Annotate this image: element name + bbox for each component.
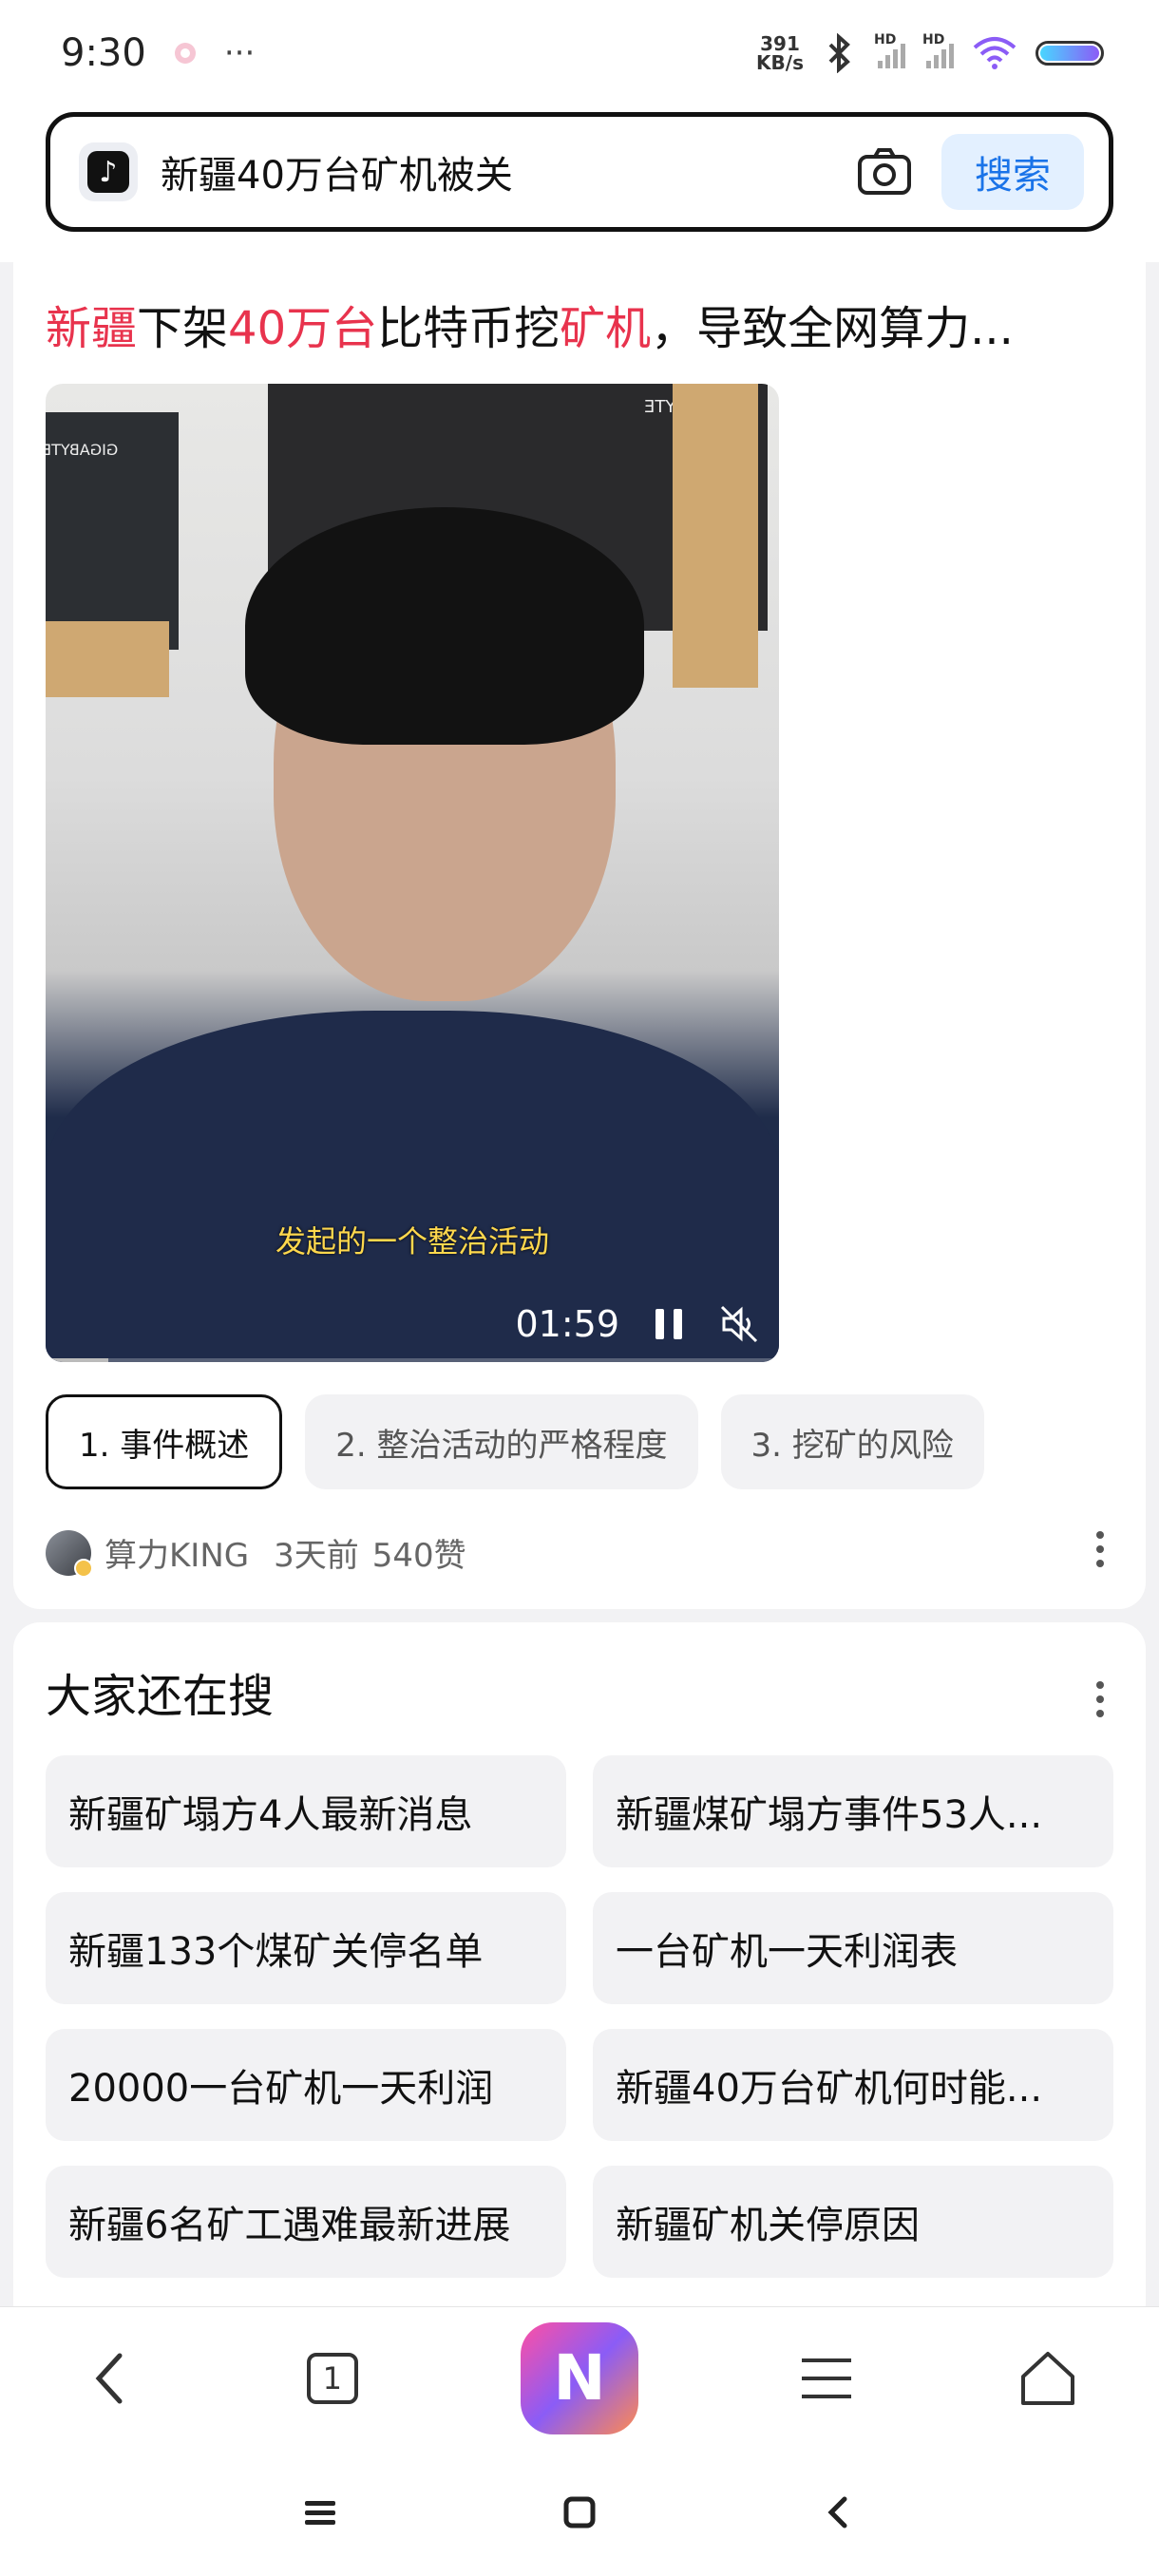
home-icon <box>1021 2351 1075 2405</box>
hd-label-2: HD <box>922 32 945 47</box>
title-text: 比特币挖 <box>377 302 560 355</box>
network-speed-value: 391 <box>760 32 800 55</box>
chapter-list: 1. 事件概述 2. 整治活动的严格程度 3. 挖矿的风险 <box>46 1394 984 1489</box>
related-searches-title: 大家还在搜 <box>46 1670 275 1723</box>
hd-label-1: HD <box>874 32 897 47</box>
title-text: ，导致全网算力... <box>651 302 1014 355</box>
system-home-icon[interactable] <box>560 2493 598 2531</box>
bluetooth-icon <box>828 33 850 73</box>
related-search-item[interactable]: 新疆133个煤矿关停名单 <box>46 1892 566 2004</box>
video-timestamp: 01:59 <box>515 1303 619 1345</box>
related-search-item[interactable]: 一台矿机一天利润表 <box>593 1892 1113 2004</box>
related-search-item[interactable]: 新疆矿塌方4人最新消息 <box>46 1755 566 1867</box>
ai-assistant-button[interactable]: N <box>520 2321 638 2434</box>
shelf <box>46 621 169 697</box>
system-nav-bar <box>0 2449 1159 2576</box>
notification-app-icon <box>174 43 196 64</box>
title-text: 下架 <box>137 302 229 355</box>
search-box[interactable]: ♪ 新疆40万台矿机被关 搜索 <box>46 112 1113 232</box>
status-left: 9:30 ··· <box>61 31 255 75</box>
related-searches-grid: 新疆矿塌方4人最新消息 新疆煤矿塌方事件53人... 新疆133个煤矿关停名单 … <box>46 1755 1113 2278</box>
tiktok-icon[interactable]: ♪ <box>79 142 138 201</box>
pause-icon[interactable] <box>648 1303 690 1345</box>
title-highlight: 矿机 <box>560 302 652 355</box>
recent-apps-icon[interactable] <box>301 2493 339 2531</box>
hamburger-icon <box>802 2358 852 2398</box>
system-back-icon[interactable] <box>820 2493 858 2531</box>
wifi-icon <box>973 37 1016 69</box>
chapter-chip-3[interactable]: 3. 挖矿的风险 <box>720 1394 984 1489</box>
tab-count: 1 <box>306 2352 358 2404</box>
related-more-icon[interactable] <box>1096 1681 1104 1717</box>
chevron-left-icon <box>95 2353 123 2403</box>
battery-icon <box>1036 41 1104 66</box>
video-progress-bar[interactable] <box>46 1358 779 1362</box>
gpu-box-left-brand: GIGABYTE <box>46 441 119 459</box>
camera-icon[interactable] <box>854 142 915 202</box>
video-subtitle: 发起的一个整治活动 <box>275 1223 549 1260</box>
related-search-item[interactable]: 新疆6名矿工遇难最新进展 <box>46 2166 566 2278</box>
related-search-item[interactable]: 新疆煤矿塌方事件53人... <box>593 1755 1113 1867</box>
network-speed: 391 KB/s <box>756 34 804 72</box>
status-right: 391 KB/s HD HD <box>756 32 1104 73</box>
tabs-button[interactable]: 1 <box>299 2345 366 2412</box>
search-button[interactable]: 搜索 <box>941 134 1084 210</box>
status-time: 9:30 <box>61 31 146 75</box>
related-search-item[interactable]: 20000一台矿机一天利润 <box>46 2029 566 2141</box>
home-button[interactable] <box>1015 2345 1081 2412</box>
title-highlight: 40万台 <box>228 302 378 355</box>
chapter-chip-1[interactable]: 1. 事件概述 <box>46 1394 283 1489</box>
video-title[interactable]: 新疆下架40万台比特币挖矿机，导致全网算力... <box>46 291 1129 357</box>
mute-icon[interactable] <box>718 1303 760 1345</box>
cardboard-edge <box>673 384 758 688</box>
bottom-nav: 1 N <box>0 2306 1159 2449</box>
video-player[interactable]: GIGABYTE GIGABYTE 发起的一个整治活动 01:59 <box>46 384 779 1362</box>
search-input[interactable]: 新疆40万台矿机被关 <box>161 144 854 199</box>
cellular-signal-icon-1: HD <box>874 32 905 68</box>
video-more-icon[interactable] <box>1096 1531 1104 1567</box>
person-hair <box>245 507 644 745</box>
related-search-item[interactable]: 新疆40万台矿机何时能... <box>593 2029 1113 2141</box>
video-result-card: 新疆下架40万台比特币挖矿机，导致全网算力... GIGABYTE GIGABY… <box>13 262 1146 1609</box>
post-time: 3天前 <box>274 1537 359 1575</box>
like-count: 540赞 <box>371 1537 466 1575</box>
back-button[interactable] <box>78 2345 144 2412</box>
more-notifications-icon: ··· <box>223 34 256 72</box>
related-search-item[interactable]: 新疆矿机关停原因 <box>593 2166 1113 2278</box>
network-speed-unit: KB/s <box>756 51 804 74</box>
gpu-box-left: GIGABYTE <box>46 412 179 650</box>
video-meta: 算力KING 3天前 540赞 <box>46 1529 466 1578</box>
author-name[interactable]: 算力KING <box>104 1529 249 1576</box>
menu-button[interactable] <box>793 2345 860 2412</box>
cellular-signal-icon-2: HD <box>922 32 954 68</box>
video-controls: 01:59 <box>515 1303 760 1345</box>
search-header: ♪ 新疆40万台矿机被关 搜索 <box>0 106 1159 262</box>
related-searches-card: 大家还在搜 新疆矿塌方4人最新消息 新疆煤矿塌方事件53人... 新疆133个煤… <box>13 1622 1146 2306</box>
title-highlight: 新疆 <box>46 302 138 355</box>
author-avatar[interactable] <box>46 1529 93 1578</box>
chapter-chip-2[interactable]: 2. 整治活动的严格程度 <box>305 1394 698 1489</box>
status-bar: 9:30 ··· 391 KB/s HD HD <box>0 0 1159 106</box>
